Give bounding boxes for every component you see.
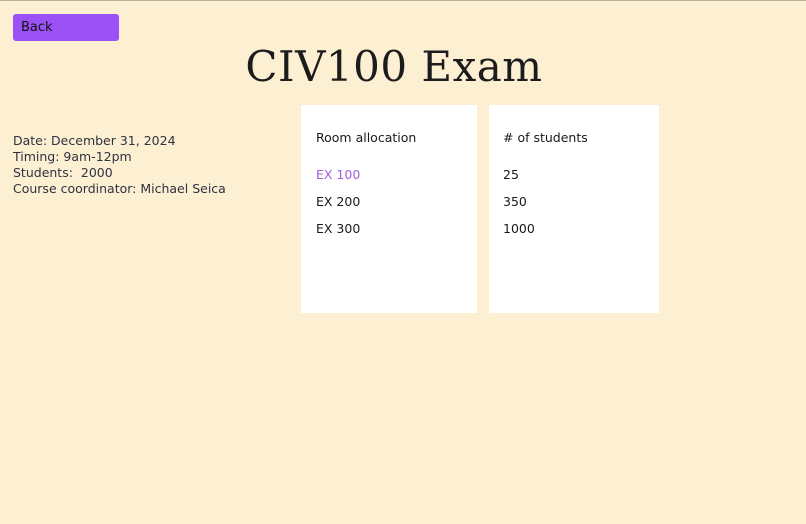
student-count-ex100: 25 bbox=[503, 167, 519, 182]
exam-info: Date: December 31, 2024 Timing: 9am-12pm… bbox=[13, 133, 226, 197]
student-count-ex300: 1000 bbox=[503, 221, 535, 236]
exam-date: Date: December 31, 2024 bbox=[13, 133, 176, 148]
exam-students: Students: 2000 bbox=[13, 165, 113, 180]
room-ex100-link[interactable]: EX 100 bbox=[316, 166, 462, 193]
student-count-header: # of students bbox=[503, 130, 588, 145]
exam-timing: Timing: 9am-12pm bbox=[13, 149, 132, 164]
page-title: CIV100 Exam bbox=[245, 42, 543, 91]
room-allocation-card: Room allocation EX 100 EX 200 EX 300 bbox=[301, 105, 477, 313]
room-allocation-header: Room allocation bbox=[316, 130, 417, 145]
room-ex300-link[interactable]: EX 300 bbox=[316, 220, 462, 247]
student-count-ex200: 350 bbox=[503, 194, 527, 209]
room-ex200-link[interactable]: EX 200 bbox=[316, 193, 462, 220]
student-count-card: # of students 25 350 1000 bbox=[489, 105, 659, 313]
exam-coordinator: Course coordinator: Michael Seica bbox=[13, 181, 226, 196]
back-button[interactable]: Back bbox=[13, 14, 119, 41]
